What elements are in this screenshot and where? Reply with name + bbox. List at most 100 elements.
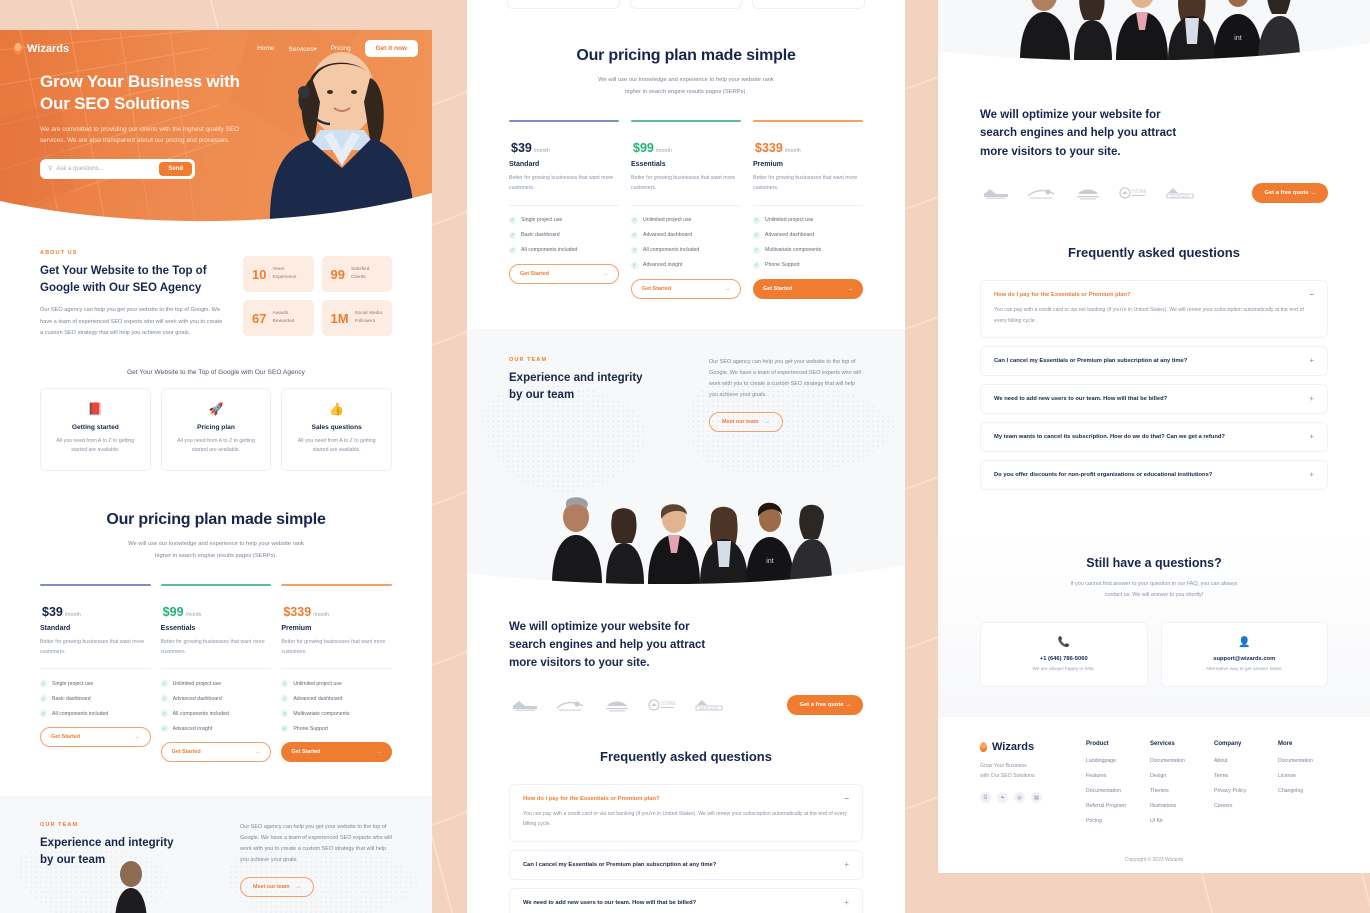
plan-feature: ✓ Advanced dashboard	[281, 695, 343, 703]
plus-icon[interactable]: +	[1309, 357, 1314, 364]
search-input[interactable]: Ask a questions...	[56, 166, 159, 172]
help-card-sales-questions[interactable]: 👍 Sales questions All you need from A to…	[281, 387, 393, 471]
plus-icon[interactable]: +	[1309, 395, 1314, 402]
plan-accent-bar	[509, 120, 619, 123]
footer-link[interactable]: Design	[1150, 773, 1200, 779]
pricing-plans: $39/month Standard Better for growing bu…	[467, 120, 905, 299]
plus-icon[interactable]: +	[1309, 433, 1314, 440]
faq-item[interactable]: We need to add new users to our team. Ho…	[509, 887, 863, 913]
footer-link[interactable]: Documentation	[1278, 758, 1328, 764]
footer-link[interactable]: Referral Program	[1086, 803, 1136, 809]
thumbs-up-icon: 👍	[329, 401, 345, 416]
hero-subtitle: We are committed to providing our client…	[40, 125, 240, 144]
team-copy-row: OUR TEAM Experience and integrity by our …	[40, 822, 392, 898]
faq-item[interactable]: My team wants to cancel its subscription…	[980, 421, 1328, 452]
plus-icon[interactable]: +	[1309, 471, 1314, 478]
check-icon: ✓	[509, 231, 516, 239]
plan-accent-bar	[631, 120, 741, 123]
footer-link[interactable]: UI Kit	[1150, 818, 1200, 824]
linkedin-icon[interactable]: ▤	[1031, 792, 1042, 804]
footer-link[interactable]: Terms	[1214, 773, 1264, 779]
minus-icon[interactable]: −	[844, 795, 849, 802]
phone-icon: 📞	[1057, 636, 1070, 648]
minus-icon[interactable]: −	[1309, 291, 1314, 298]
contact-card-phone[interactable]: 📞 +1 (646) 786-5060 We are always happy …	[980, 621, 1148, 687]
faq-item[interactable]: Can I cancel my Essentials or Premium pl…	[509, 849, 863, 880]
footer-link[interactable]: Landingpage	[1086, 758, 1136, 764]
footer-link[interactable]: Careers	[1214, 803, 1264, 809]
faq-item-header[interactable]: Can I cancel my Essentials or Premium pl…	[523, 860, 849, 867]
arrow-right-icon: →	[1310, 190, 1316, 197]
hero-copy: Grow Your Business with Our SEO Solution…	[0, 57, 265, 179]
footer-link[interactable]: Privacy Policy	[1214, 788, 1264, 794]
footer-column-title: Product	[1086, 740, 1109, 747]
faq-item-header[interactable]: We need to add new users to our team. Ho…	[994, 395, 1314, 402]
plan-feature: ✓ Advanced dashboard	[160, 695, 222, 703]
meet-our-team-button[interactable]: Meet our team →	[240, 877, 314, 898]
send-button[interactable]: Send	[159, 161, 192, 176]
faq-item[interactable]: How do I pay for the Essentials or Premi…	[980, 280, 1328, 338]
get-free-quote-button[interactable]: Get a free quote →	[1252, 183, 1328, 204]
help-card-pricing-plan[interactable]: 🚀 Pricing plan All you need from A to Z …	[160, 387, 272, 471]
get-started-button-essentials[interactable]: Get Started →	[160, 742, 272, 763]
search-icon: ⚲	[48, 166, 53, 173]
instagram-icon[interactable]: ◎	[1014, 792, 1025, 804]
faq-item[interactable]: How do I pay for the Essentials or Premi…	[509, 783, 863, 842]
google-icon[interactable]: G	[980, 792, 991, 804]
footer-link[interactable]: Illustrations	[1150, 803, 1200, 809]
footer-link[interactable]: Documentation	[1150, 758, 1200, 764]
contact-card-email[interactable]: 👤 support@wizards.com Alternative way to…	[1160, 621, 1328, 687]
faq-item[interactable]: We need to add new users to our team. Ho…	[980, 383, 1328, 414]
faq-item[interactable]: Can I cancel my Essentials or Premium pl…	[980, 345, 1328, 376]
help-card-getting-started[interactable]: 📕 Getting started All you need from A to…	[40, 387, 151, 471]
footer-link[interactable]: Documentation	[1086, 788, 1136, 794]
hero-search-bar[interactable]: ⚲ Ask a questions... Send	[40, 158, 195, 179]
get-started-button-standard[interactable]: Get Started →	[40, 727, 151, 748]
footer-column-title: Services	[1150, 740, 1175, 747]
get-started-button-essentials[interactable]: Get Started →	[631, 278, 741, 299]
nav-link-home[interactable]: Home	[257, 45, 274, 52]
card-edge	[629, 0, 743, 9]
pricing-section: Our pricing plan made simple We will use…	[0, 471, 432, 763]
brand-logo[interactable]: Wizards	[14, 43, 69, 55]
footer-link[interactable]: Pricing	[1086, 818, 1136, 824]
get-free-quote-button[interactable]: Get a free quote →	[787, 694, 863, 715]
faq-item-header[interactable]: How do I pay for the Essentials or Premi…	[523, 795, 849, 802]
faq-item-header[interactable]: Do you offer discounts for non-profit or…	[994, 471, 1314, 478]
faq-item-header[interactable]: How do I pay for the Essentials or Premi…	[994, 291, 1314, 298]
team-heading: Experience and integrity by our team	[40, 837, 174, 867]
plus-icon[interactable]: +	[844, 898, 849, 905]
help-card-desc: All you need from A to Z to getting star…	[177, 437, 255, 454]
contact-value[interactable]: support@wizards.com	[1172, 656, 1318, 662]
plus-icon[interactable]: +	[844, 860, 849, 867]
footer-link[interactable]: Features	[1086, 773, 1136, 779]
optimize-section: We will optimize your website for search…	[938, 60, 1370, 204]
faq-item-header[interactable]: My team wants to cancel its subscription…	[994, 433, 1314, 440]
nav-link-services[interactable]: Services▾	[289, 45, 317, 53]
footer-link[interactable]: License	[1278, 773, 1328, 779]
twitter-icon[interactable]: ❧	[997, 792, 1008, 804]
footer-link[interactable]: About	[1214, 758, 1264, 764]
plan-feature: ✓ Basic dashboard	[40, 695, 91, 703]
faq-item-header[interactable]: Can I cancel my Essentials or Premium pl…	[994, 357, 1314, 364]
footer-link[interactable]: Changelog	[1278, 788, 1328, 794]
meet-our-team-button[interactable]: Meet our team →	[709, 411, 783, 432]
faq-item-header[interactable]: We need to add new users to our team. Ho…	[523, 898, 849, 905]
contact-value[interactable]: +1 (646) 786-5060	[991, 656, 1137, 662]
check-icon: ✓	[631, 246, 638, 254]
faq-item[interactable]: Do you offer discounts for non-profit or…	[980, 459, 1328, 490]
divider	[753, 204, 863, 206]
pricing-plans: $39/month Standard Better for growing bu…	[0, 583, 432, 763]
help-section-title: Get Your Website to the Top of Google wi…	[127, 368, 305, 376]
get-started-button-premium[interactable]: Get Started →	[281, 742, 393, 763]
check-icon: ✓	[281, 725, 289, 733]
footer-column-title: Company	[1214, 740, 1242, 747]
faq-section: Frequently asked questions How do I pay …	[938, 203, 1370, 490]
get-it-now-button[interactable]: Get it now	[364, 40, 418, 57]
footer-logo[interactable]: Wizards	[980, 741, 1072, 753]
plan-desc: Better for growing businesses that want …	[631, 175, 736, 191]
nav-link-pricing[interactable]: Pricing	[331, 45, 351, 52]
footer-link[interactable]: Themes	[1150, 788, 1200, 794]
get-started-button-standard[interactable]: Get Started →	[509, 263, 619, 284]
get-started-button-premium[interactable]: Get Started →	[753, 278, 863, 299]
